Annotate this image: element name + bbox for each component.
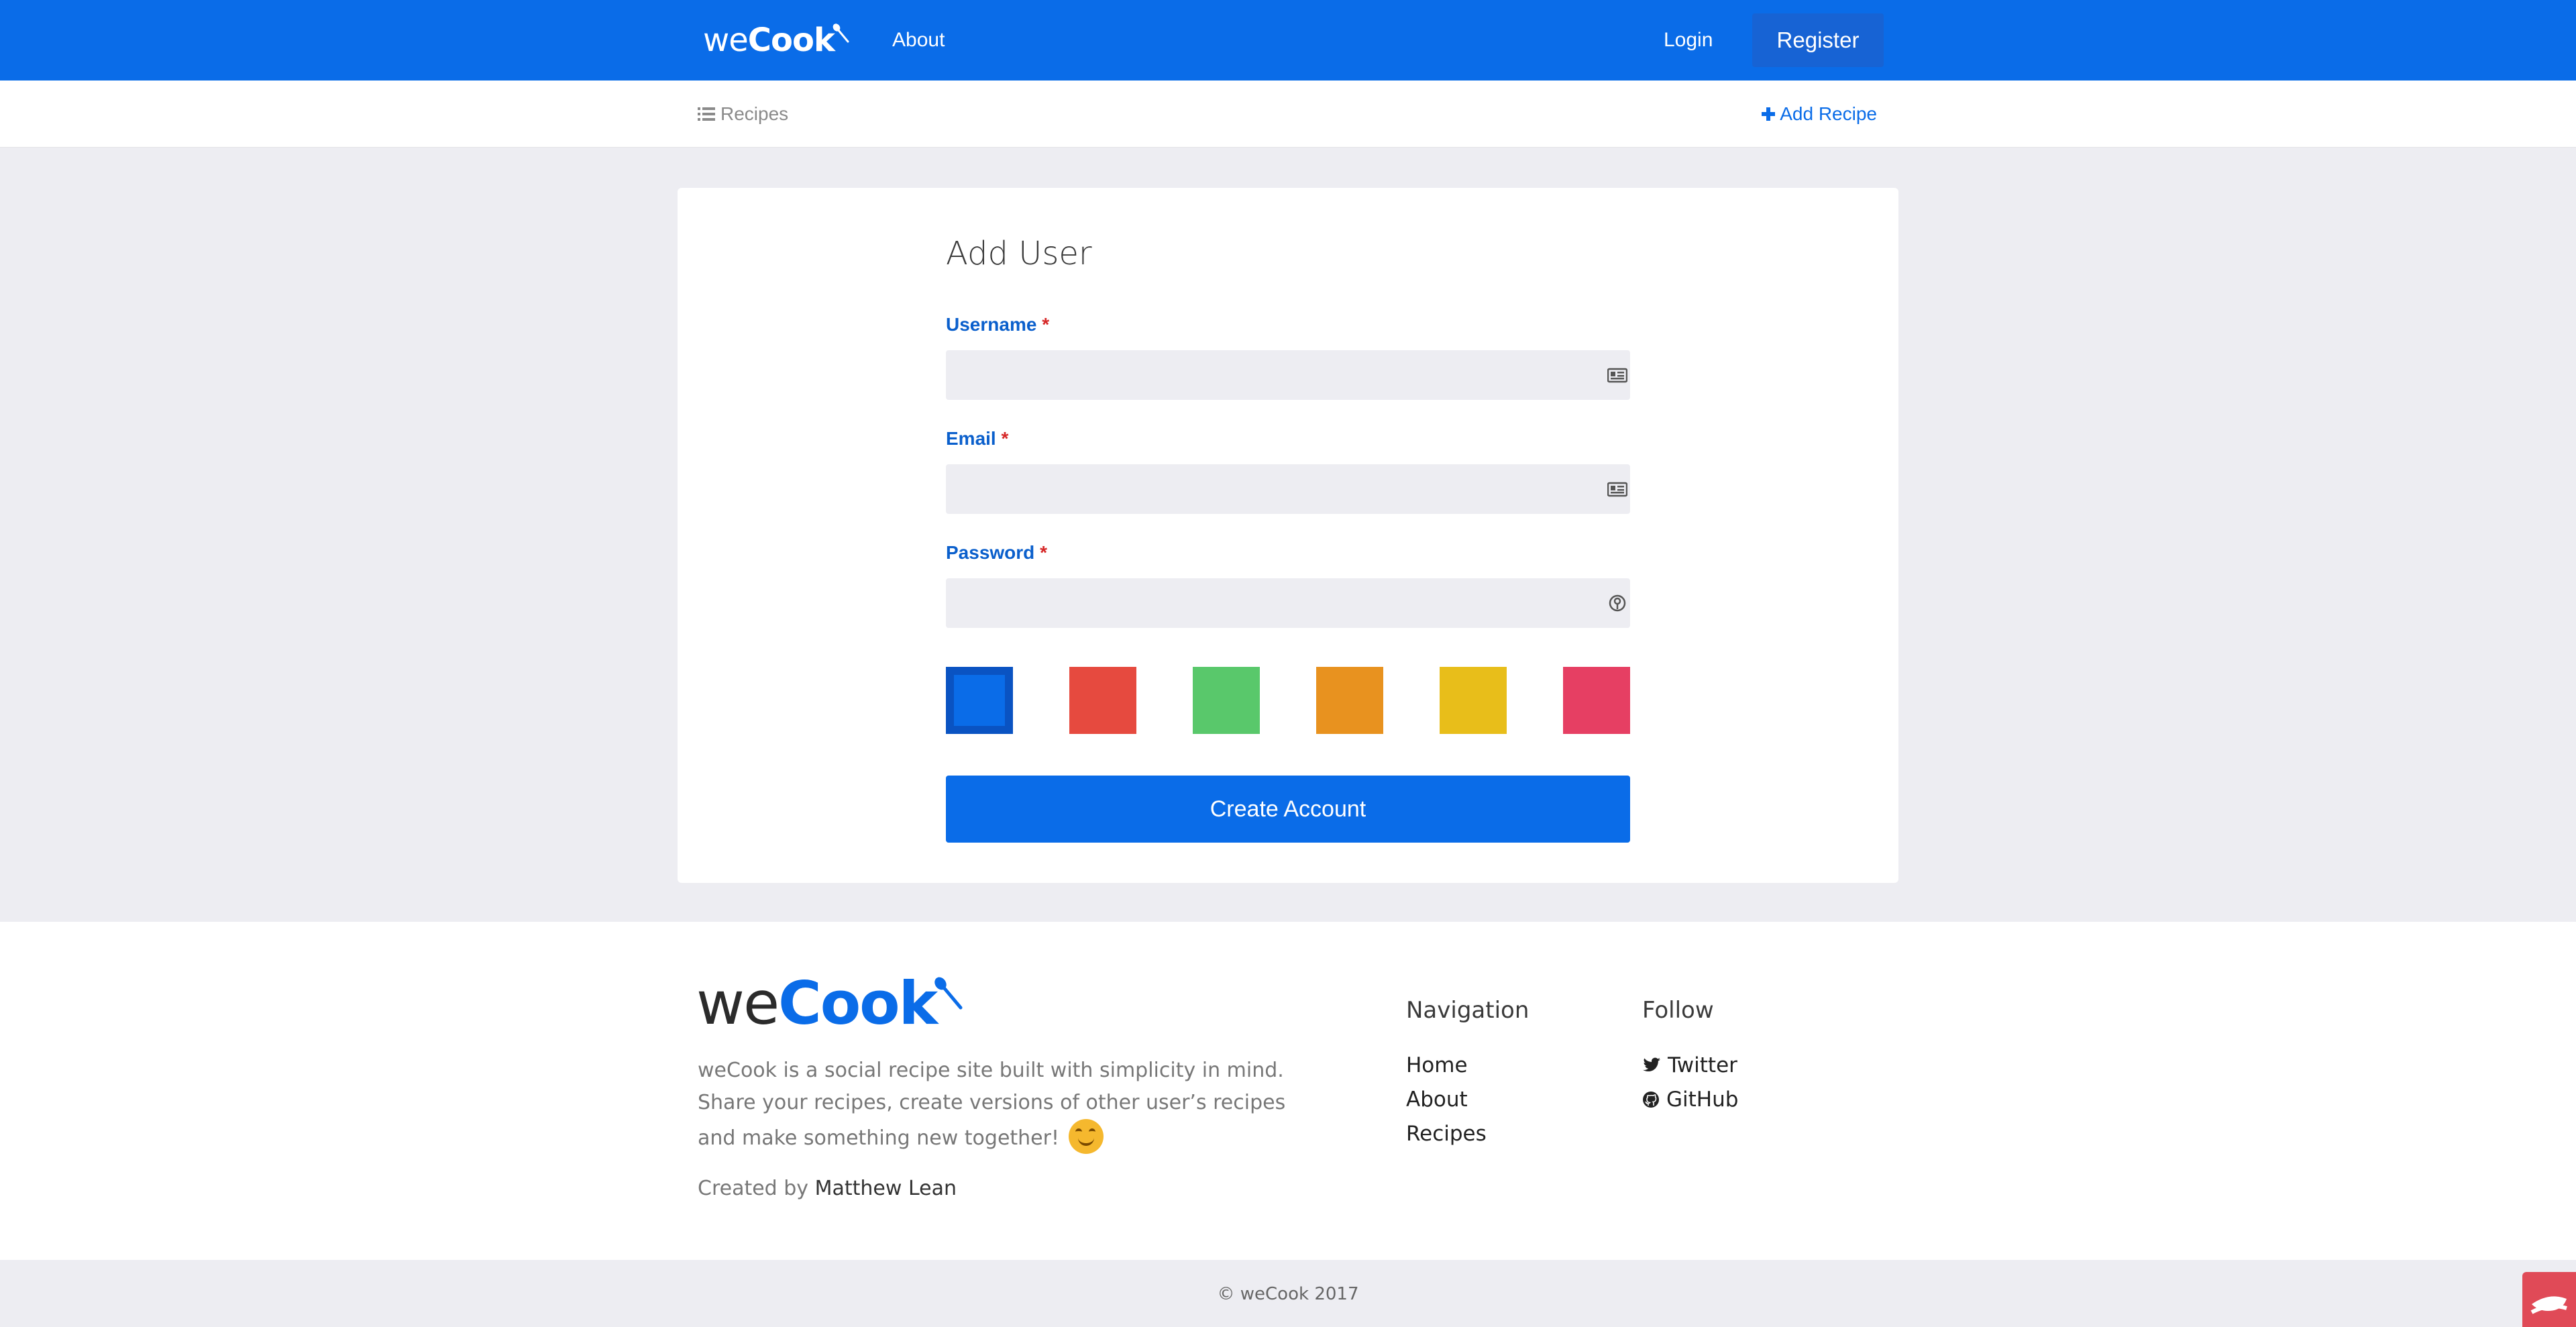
footer: weCook weCook is a social recipe site bu… [0, 922, 2576, 1260]
smile-emoji-icon [1068, 1119, 1104, 1154]
brand-cook: Cook [747, 21, 835, 59]
plus-icon [1762, 107, 1776, 121]
add-recipe-link[interactable]: Add Recipe [1761, 103, 1877, 125]
color-swatch[interactable] [946, 667, 1013, 734]
footer-description-text: weCook is a social recipe site built wit… [698, 1059, 1286, 1150]
github-label: GitHub [1666, 1087, 1739, 1112]
created-prefix: Created by [698, 1177, 809, 1200]
id-card-icon [1607, 368, 1627, 383]
copyright-bar: © weCook 2017 [0, 1260, 2576, 1327]
nav-about-link[interactable]: About [892, 27, 945, 54]
navigation-heading: Navigation [1406, 997, 1529, 1024]
create-account-button[interactable]: Create Account [946, 776, 1630, 843]
password-label-text: Password [946, 542, 1035, 563]
username-input[interactable] [946, 350, 1630, 400]
list-icon [698, 107, 715, 121]
copyright-text: © weCook 2017 [1217, 1284, 1359, 1304]
recipes-link[interactable]: Recipes [698, 103, 788, 125]
required-mark: * [1001, 428, 1009, 449]
footer-link-about[interactable]: About [1406, 1087, 1468, 1112]
footer-description: weCook is a social recipe site built wit… [698, 1055, 1301, 1155]
created-by: Created by Matthew Lean [698, 1177, 957, 1200]
follow-heading: Follow [1642, 997, 1714, 1024]
color-swatch[interactable] [1069, 667, 1136, 734]
footer-logo-we: we [696, 969, 780, 1038]
recipes-link-label: Recipes [720, 103, 789, 124]
username-label-text: Username [946, 314, 1037, 335]
key-icon [1609, 594, 1626, 612]
spoon-icon [934, 977, 963, 1010]
email-label-text: Email [946, 428, 996, 449]
footer-link-home[interactable]: Home [1406, 1053, 1468, 1077]
brand-we: we [703, 21, 749, 59]
email-input[interactable] [946, 464, 1630, 514]
footer-link-recipes[interactable]: Recipes [1406, 1122, 1487, 1146]
author-link[interactable]: Matthew Lean [815, 1177, 957, 1200]
color-swatch[interactable] [1563, 667, 1630, 734]
form-title: Add User [946, 235, 1092, 272]
color-swatch[interactable] [1193, 667, 1260, 734]
color-swatch[interactable] [1316, 667, 1383, 734]
nav-login-link[interactable]: Login [1664, 27, 1713, 54]
add-user-card: Add User Username * Email * Password * C… [678, 188, 1898, 883]
spoon-icon [833, 23, 849, 43]
github-icon [1643, 1092, 1659, 1108]
footer-logo: weCook [696, 969, 963, 1038]
footer-link-github[interactable]: GitHub [1642, 1087, 1738, 1112]
footer-logo-cook: Cook [778, 969, 938, 1038]
corner-badge-icon[interactable] [2522, 1272, 2576, 1327]
required-mark: * [1042, 314, 1050, 335]
email-label: Email * [946, 428, 1008, 449]
add-recipe-label: Add Recipe [1780, 103, 1877, 124]
twitter-icon [1643, 1057, 1660, 1072]
id-card-icon [1607, 482, 1627, 497]
sub-navbar: Recipes Add Recipe [0, 81, 2576, 148]
top-navbar: weCook About Login Register [0, 0, 2576, 81]
password-label: Password * [946, 542, 1047, 564]
register-button[interactable]: Register [1752, 13, 1884, 67]
brand-logo[interactable]: weCook [703, 19, 849, 62]
twitter-label: Twitter [1668, 1053, 1737, 1077]
required-mark: * [1040, 542, 1047, 563]
footer-link-twitter[interactable]: Twitter [1642, 1053, 1737, 1077]
username-label: Username * [946, 314, 1049, 335]
password-input[interactable] [946, 578, 1630, 628]
color-swatch[interactable] [1440, 667, 1507, 734]
